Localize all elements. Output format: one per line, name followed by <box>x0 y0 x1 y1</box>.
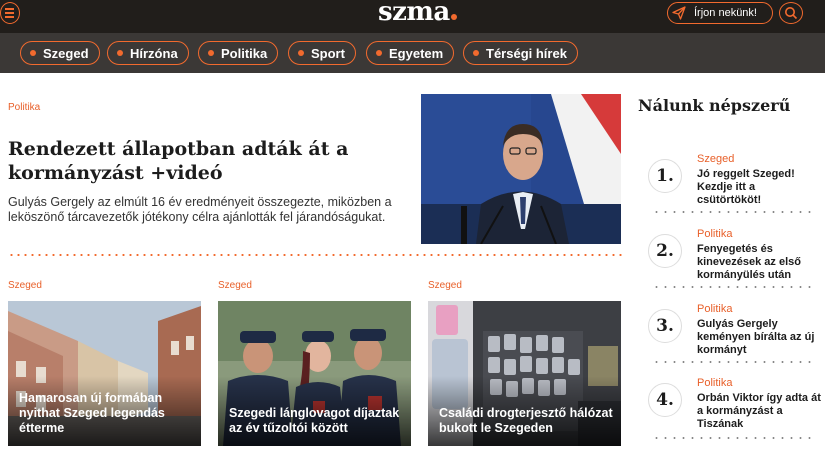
category-label: Hírzóna <box>130 45 178 61</box>
popular-divider <box>652 286 817 288</box>
menu-button[interactable] <box>0 2 20 24</box>
card-kicker[interactable]: Szeged <box>218 280 252 291</box>
category-szeged[interactable]: Szeged <box>20 41 100 65</box>
popular-item-title: Jó reggelt Szeged! Kezdje itt a csütörtö… <box>697 168 795 206</box>
rank-badge: 4. <box>648 383 682 417</box>
popular-item-category: Politika <box>697 228 733 240</box>
dot-icon <box>376 50 382 56</box>
main-article-title[interactable]: Rendezett állapotban adták át a kormányz… <box>8 137 408 185</box>
hamburger-icon <box>5 8 14 10</box>
dot-icon <box>117 50 123 56</box>
card-kicker[interactable]: Szeged <box>8 280 42 291</box>
category-nav: Szeged Hírzóna Politika Sport Egyetem Té… <box>0 33 825 73</box>
rank-badge: 2. <box>648 234 682 268</box>
card-title: Családi drogterjesztő hálózat bukott le … <box>439 406 613 435</box>
popular-divider <box>652 437 817 439</box>
search-button[interactable] <box>779 2 803 24</box>
main-article-kicker[interactable]: Politika <box>8 102 40 113</box>
popular-item-title: Gulyás Gergely keményen bírálta az új ko… <box>697 318 815 356</box>
popular-item-title: Fenyegetés és kinevezések az első kormán… <box>697 243 801 281</box>
write-to-us-label: Írjon nekünk! <box>694 7 757 19</box>
rank-badge: 1. <box>648 159 682 193</box>
rank-badge: 3. <box>648 309 682 343</box>
popular-divider <box>652 361 817 363</box>
top-bar: szma Írjon nekünk! <box>0 0 825 33</box>
dot-icon <box>473 50 479 56</box>
category-label: Egyetem <box>389 45 444 61</box>
article-card-restaurant[interactable]: Hamarosan új formában nyithat Szeged leg… <box>8 301 201 446</box>
popular-heading: Nálunk népszerű <box>638 96 791 115</box>
category-politika[interactable]: Politika <box>198 41 279 65</box>
section-divider <box>8 254 622 256</box>
hamburger-icon-line <box>5 12 14 14</box>
category-egyetem[interactable]: Egyetem <box>366 41 455 65</box>
popular-item-category: Politika <box>697 377 733 389</box>
category-sport[interactable]: Sport <box>288 41 356 65</box>
category-hirzona[interactable]: Hírzóna <box>107 41 189 65</box>
main-article-lead: Gulyás Gergely az elmúlt 16 év eredménye… <box>8 195 392 224</box>
dot-icon <box>298 50 304 56</box>
write-to-us-button[interactable]: Írjon nekünk! <box>667 2 773 24</box>
category-label: Szeged <box>43 45 89 61</box>
category-label: Politika <box>221 45 268 61</box>
dot-icon <box>208 50 214 56</box>
logo-text: szma <box>378 0 450 27</box>
article-card-drugs[interactable]: Családi drogterjesztő hálózat bukott le … <box>428 301 621 446</box>
card-title: Szegedi lánglovagot díjaztak az év tűzol… <box>229 406 400 435</box>
category-label: Térségi hírek <box>486 45 567 61</box>
dot-icon <box>30 50 36 56</box>
hamburger-icon-line <box>5 16 14 18</box>
category-label: Sport <box>311 45 345 61</box>
card-title: Hamarosan új formában nyithat Szeged leg… <box>19 391 165 435</box>
main-article-image[interactable] <box>421 94 621 244</box>
popular-item-title: Orbán Viktor így adta át a kormányzást a… <box>697 392 821 430</box>
card-kicker[interactable]: Szeged <box>428 280 462 291</box>
site-logo[interactable]: szma <box>378 0 457 27</box>
search-icon <box>785 7 798 20</box>
category-tersegi-hirek[interactable]: Térségi hírek <box>463 41 578 65</box>
popular-item-category: Politika <box>697 303 733 315</box>
popular-item-category: Szeged <box>697 153 735 165</box>
popular-divider <box>652 211 817 213</box>
logo-dot <box>450 14 457 20</box>
article-card-firefighter[interactable]: Szegedi lánglovagot díjaztak az év tűzol… <box>218 301 411 446</box>
paper-plane-icon <box>672 6 686 20</box>
